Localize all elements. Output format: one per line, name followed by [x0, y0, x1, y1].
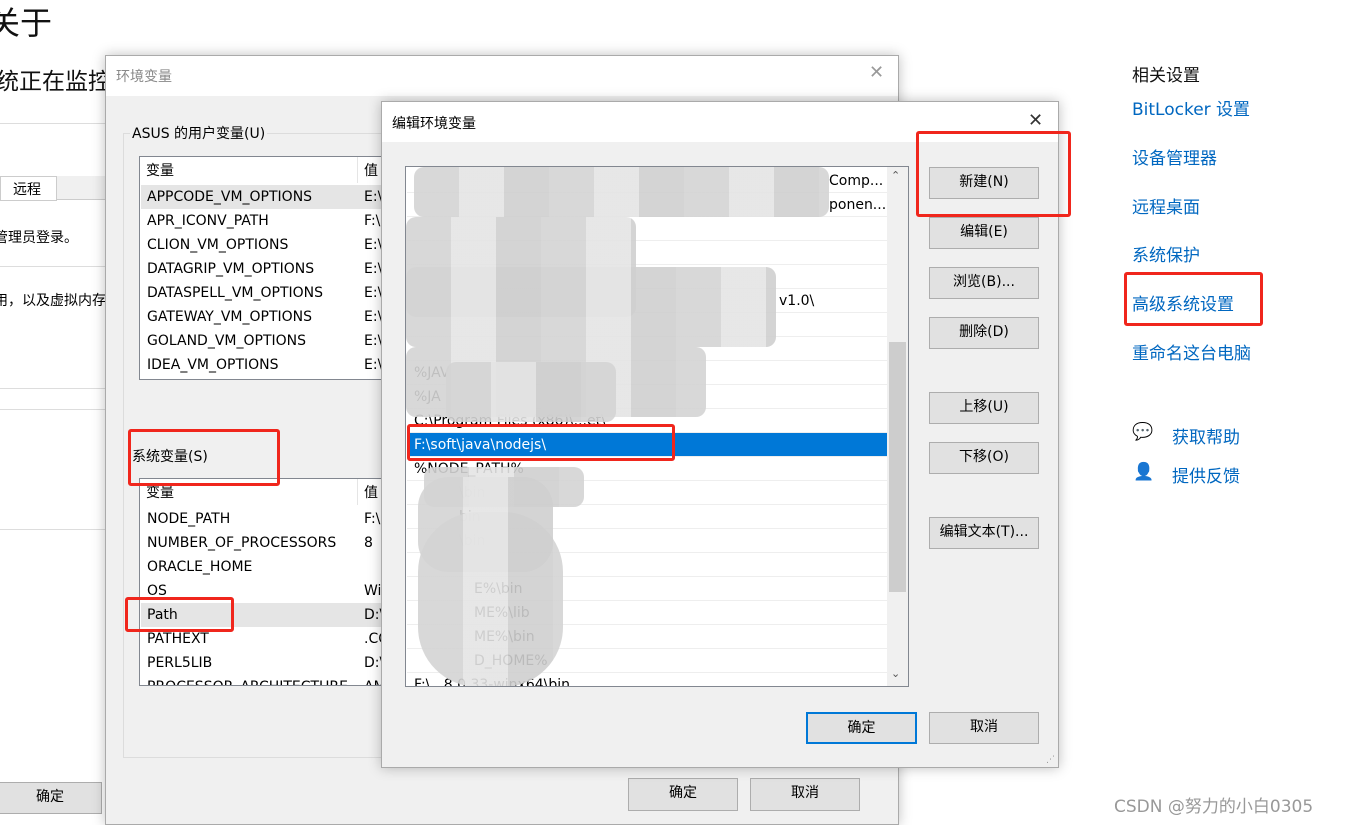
- watermark: CSDN @努力的小白0305: [1114, 797, 1314, 817]
- variable-value: Wi: [364, 583, 382, 599]
- browse-button[interactable]: 浏览(B)...: [929, 267, 1039, 299]
- variable-name: IDEA_VM_OPTIONS: [147, 357, 279, 373]
- dialog-title: 环境变量: [116, 69, 172, 85]
- scrollbar[interactable]: ⌃ ⌄: [887, 167, 908, 686]
- variable-value: E:\: [364, 261, 383, 277]
- dialog-title: 编辑环境变量: [392, 116, 476, 132]
- divider: [0, 529, 106, 530]
- annotation-box: [125, 597, 234, 632]
- variable-value: E:\: [364, 309, 383, 325]
- info-text: 管理员登录。: [0, 230, 78, 246]
- cancel-button[interactable]: 取消: [750, 778, 860, 811]
- divider: [0, 388, 106, 389]
- variable-value: E:\: [364, 357, 383, 373]
- blurred-region: [446, 362, 616, 422]
- variable-name: GATEWAY_VM_OPTIONS: [147, 309, 313, 325]
- move-down-button[interactable]: 下移(O): [929, 442, 1039, 474]
- variable-value: E:\: [364, 237, 383, 253]
- variable-name: DATASPELL_VM_OPTIONS: [147, 285, 324, 301]
- feedback-icon: 👤: [1133, 462, 1155, 482]
- blurred-region: [414, 167, 829, 217]
- variable-name: NUMBER_OF_PROCESSORS: [147, 535, 337, 551]
- page-subtitle: 统正在监控: [0, 69, 111, 95]
- link-remote-desktop[interactable]: 远程桌面: [1132, 193, 1200, 218]
- scroll-down-icon[interactable]: ⌄: [891, 667, 900, 680]
- variable-name: NODE_PATH: [147, 511, 231, 527]
- delete-button[interactable]: 删除(D): [929, 317, 1039, 349]
- ok-button[interactable]: 确定: [806, 712, 917, 744]
- related-settings-heading: 相关设置: [1132, 66, 1200, 86]
- column-header-value[interactable]: 值: [364, 159, 378, 183]
- annotation-box: [1124, 272, 1263, 326]
- blurred-region: [418, 512, 563, 686]
- variable-name: DATAGRIP_VM_OPTIONS: [147, 261, 315, 277]
- link-device-manager[interactable]: 设备管理器: [1132, 144, 1217, 169]
- variable-name: PROCESSOR_ARCHITECTURE: [147, 675, 348, 685]
- variable-name: APPCODE_VM_OPTIONS: [147, 189, 313, 205]
- variable-name: CLION_VM_OPTIONS: [147, 237, 289, 253]
- variable-value: 8: [364, 535, 373, 551]
- variable-name: ORACLE_HOME: [147, 559, 253, 575]
- divider: [0, 409, 106, 410]
- scroll-up-icon[interactable]: ⌃: [891, 169, 900, 182]
- divider: [0, 266, 106, 267]
- link-bitlocker[interactable]: BitLocker 设置: [1132, 95, 1250, 120]
- link-get-help[interactable]: 获取帮助: [1172, 423, 1240, 448]
- help-icon: 💬: [1132, 422, 1154, 442]
- column-header-variable[interactable]: 变量: [146, 159, 174, 183]
- move-up-button[interactable]: 上移(U): [929, 392, 1039, 424]
- page-title: 关于: [0, 4, 53, 42]
- annotation-box: [128, 429, 280, 486]
- tab-remote[interactable]: 远程: [0, 176, 57, 201]
- variable-value: F:\: [364, 511, 381, 527]
- system-properties-window: 远程 管理员登录。 用，以及虚拟内存 确定: [0, 123, 106, 821]
- cancel-button[interactable]: 取消: [929, 712, 1039, 744]
- link-rename-pc[interactable]: 重命名这台电脑: [1132, 339, 1251, 364]
- variable-value: E:\: [364, 189, 383, 205]
- edit-text-button[interactable]: 编辑文本(T)...: [929, 517, 1039, 549]
- user-vars-label: ASUS 的用户变量(U): [130, 123, 268, 143]
- close-icon[interactable]: ✕: [1028, 110, 1043, 131]
- link-give-feedback[interactable]: 提供反馈: [1172, 462, 1240, 487]
- info-text: 用，以及虚拟内存: [0, 293, 106, 309]
- edit-button[interactable]: 编辑(E): [929, 217, 1039, 249]
- blurred-region: [406, 267, 776, 347]
- variable-name: PERL5LIB: [147, 655, 213, 671]
- close-icon[interactable]: ✕: [869, 62, 884, 83]
- scrollbar-thumb[interactable]: [889, 342, 906, 592]
- annotation-box: [407, 424, 675, 461]
- annotation-box: [916, 131, 1071, 217]
- ok-button[interactable]: 确定: [628, 778, 738, 811]
- ok-button[interactable]: 确定: [0, 782, 102, 814]
- resize-grip-icon[interactable]: ⋰: [1046, 755, 1055, 765]
- variable-value: E:\: [364, 285, 383, 301]
- variable-value: F:\: [364, 213, 381, 229]
- variable-name: GOLAND_VM_OPTIONS: [147, 333, 306, 349]
- variable-value: E:\: [364, 333, 383, 349]
- link-system-protection[interactable]: 系统保护: [1132, 241, 1200, 266]
- column-header-value[interactable]: 值: [364, 481, 378, 505]
- variable-name: APR_ICONV_PATH: [147, 213, 269, 229]
- title-bar: 环境变量 ✕: [106, 56, 898, 96]
